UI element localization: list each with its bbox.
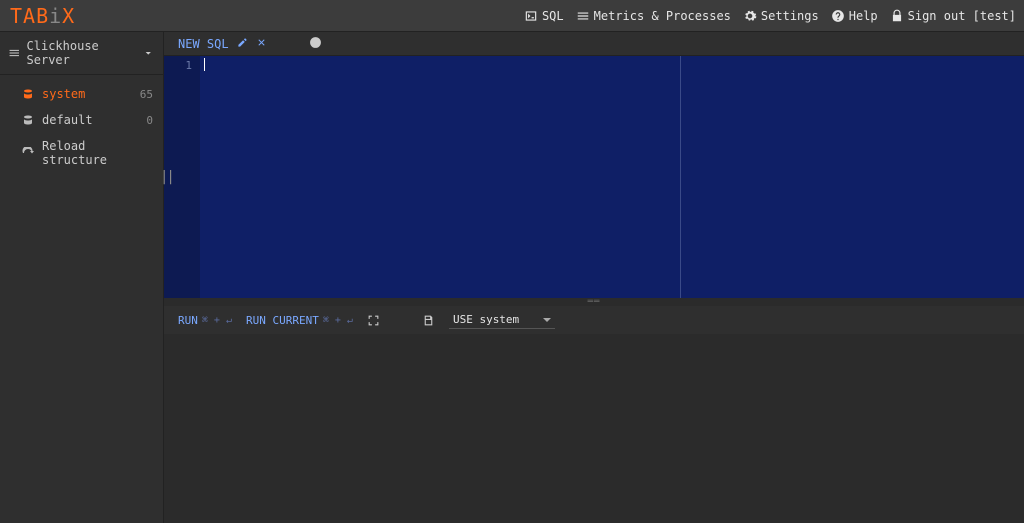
- horizontal-splitter[interactable]: ══: [164, 298, 1024, 306]
- tree-item-label: Reload structure: [42, 139, 153, 167]
- run-label: RUN: [178, 314, 198, 327]
- sql-editor[interactable]: [200, 56, 1024, 298]
- tree-item-reload[interactable]: Reload structure: [0, 133, 163, 173]
- sidebar: Clickhouse Server system 65 default 0 Re…: [0, 32, 164, 523]
- run-shortcut: ⌘ + ↵: [202, 315, 232, 326]
- nav-help[interactable]: Help: [831, 9, 878, 23]
- database-icon: [22, 114, 34, 126]
- server-label: Clickhouse Server: [27, 39, 137, 67]
- nav-signout[interactable]: Sign out [test]: [890, 9, 1016, 23]
- save-icon[interactable]: [422, 314, 435, 327]
- tree-item-default[interactable]: default 0: [0, 107, 163, 133]
- results-pane: [164, 334, 1024, 523]
- nav-help-label: Help: [849, 9, 878, 23]
- database-icon: [22, 88, 34, 100]
- server-selector[interactable]: Clickhouse Server: [0, 32, 163, 75]
- menu-icon: [8, 46, 21, 60]
- workspace: NEW SQL || 1 ══: [164, 32, 1024, 523]
- terminal-icon: [524, 9, 538, 23]
- editor-pane: || 1: [164, 56, 1024, 298]
- use-database-label: USE system: [453, 313, 519, 326]
- tree-item-label: system: [42, 87, 132, 101]
- app-header: TABiX SQL Metrics & Processes Settings H…: [0, 0, 1024, 32]
- run-current-label: RUN CURRENT: [246, 314, 319, 327]
- help-icon: [831, 9, 845, 23]
- tree-item-label: default: [42, 113, 138, 127]
- nav-metrics[interactable]: Metrics & Processes: [576, 9, 731, 23]
- new-tab-button[interactable]: [309, 36, 322, 52]
- editor-tab-label: NEW SQL: [178, 37, 229, 51]
- tab-close-button[interactable]: [256, 37, 267, 51]
- text-caret: [204, 58, 205, 71]
- logo-text-accent: i: [49, 4, 62, 28]
- tree-item-count: 65: [140, 88, 153, 101]
- tab-edit-button[interactable]: [237, 37, 248, 51]
- close-icon: [256, 37, 267, 48]
- tree-item-system[interactable]: system 65: [0, 81, 163, 107]
- run-current-button[interactable]: RUN CURRENT ⌘ + ↵: [246, 314, 353, 327]
- nav-settings[interactable]: Settings: [743, 9, 819, 23]
- metrics-icon: [576, 9, 590, 23]
- db-tree: system 65 default 0 Reload structure: [0, 75, 163, 179]
- line-number: 1: [164, 58, 200, 73]
- vertical-splitter[interactable]: ||: [160, 169, 173, 185]
- plus-circle-icon: [309, 36, 322, 49]
- nav-signout-label: Sign out [test]: [908, 9, 1016, 23]
- run-current-shortcut: ⌘ + ↵: [323, 315, 353, 326]
- run-toolbar: RUN ⌘ + ↵ RUN CURRENT ⌘ + ↵ USE system: [164, 306, 1024, 334]
- chevron-down-icon: [543, 318, 551, 322]
- chevron-down-icon: [142, 46, 155, 60]
- use-database-select[interactable]: USE system: [449, 311, 555, 329]
- editor-margin-rule: [680, 56, 681, 298]
- gear-icon: [743, 9, 757, 23]
- editor-tabbar: NEW SQL: [164, 32, 1024, 56]
- tree-item-count: 0: [146, 114, 153, 127]
- nav-sql[interactable]: SQL: [524, 9, 564, 23]
- app-logo: TABiX: [10, 4, 75, 28]
- logo-text-tail: X: [62, 4, 75, 28]
- pencil-icon: [237, 37, 248, 48]
- refresh-icon: [22, 147, 34, 159]
- fullscreen-icon[interactable]: [367, 314, 380, 327]
- editor-tab-active[interactable]: NEW SQL: [178, 37, 267, 51]
- logo-text-main: TAB: [10, 4, 49, 28]
- nav-sql-label: SQL: [542, 9, 564, 23]
- nav-settings-label: Settings: [761, 9, 819, 23]
- main-area: Clickhouse Server system 65 default 0 Re…: [0, 32, 1024, 523]
- nav-metrics-label: Metrics & Processes: [594, 9, 731, 23]
- lock-icon: [890, 9, 904, 23]
- run-button[interactable]: RUN ⌘ + ↵: [178, 314, 232, 327]
- top-nav: SQL Metrics & Processes Settings Help Si…: [524, 9, 1016, 23]
